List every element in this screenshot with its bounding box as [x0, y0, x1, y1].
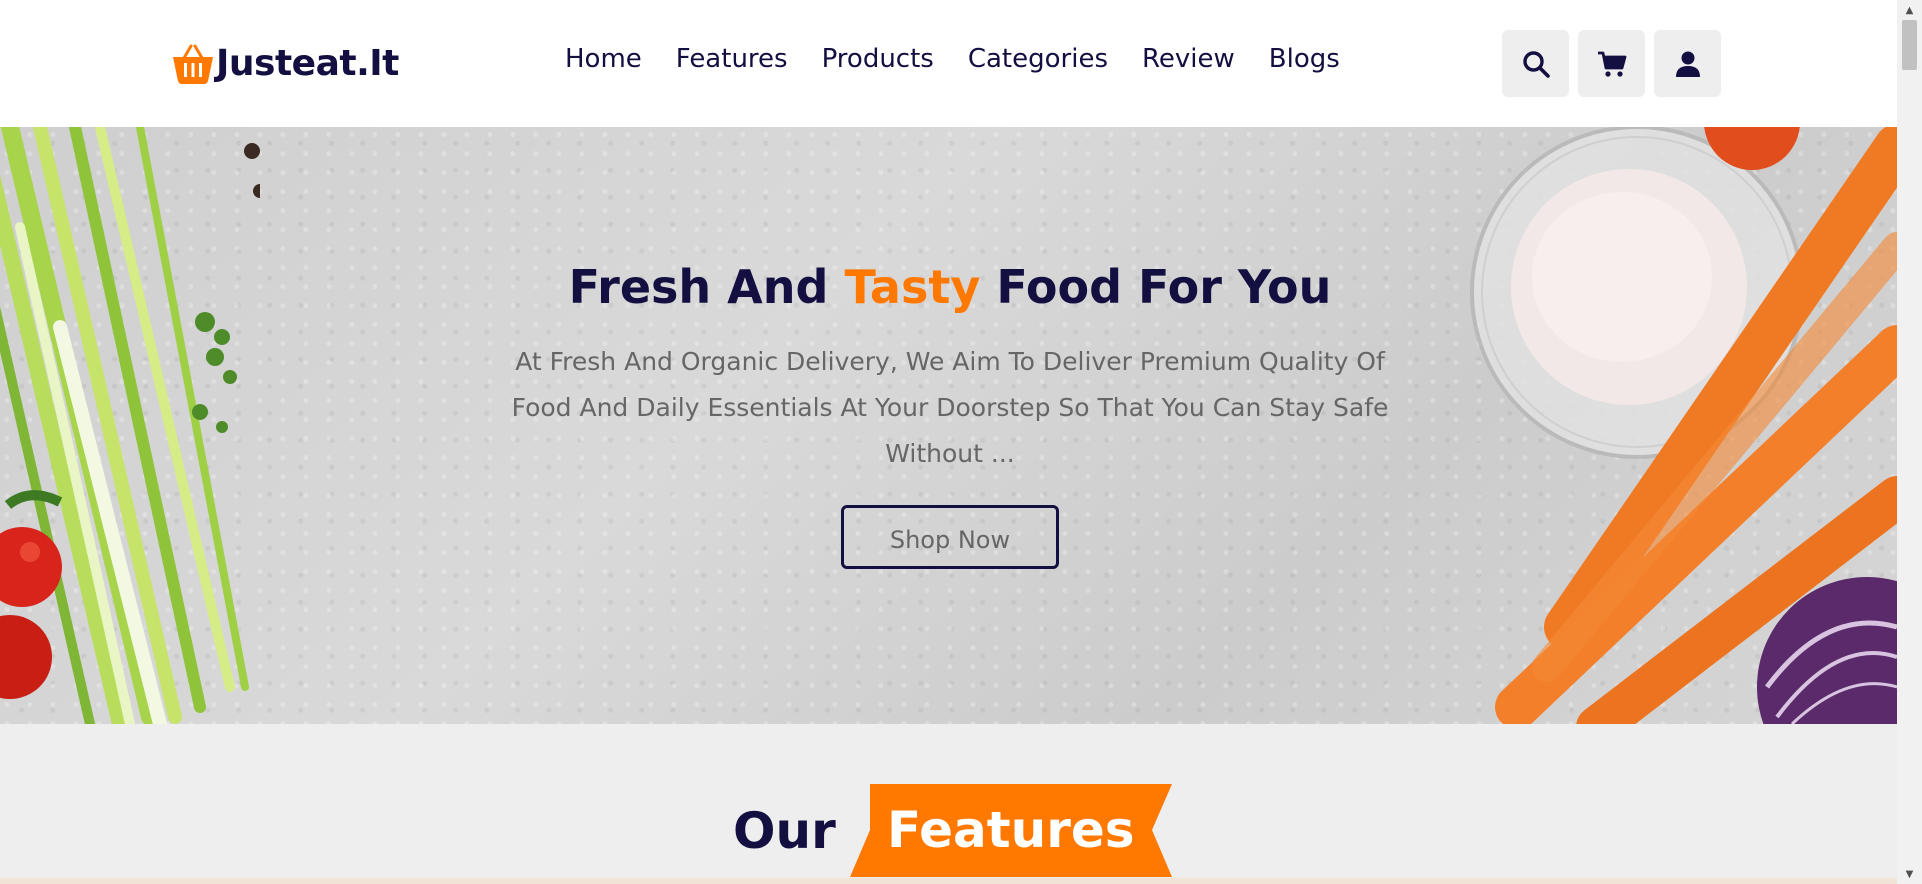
section-divider — [0, 878, 1897, 884]
hero-title-part1: Fresh And — [568, 260, 845, 314]
page-scrollbar[interactable]: ▲ ▼ — [1897, 0, 1922, 884]
search-icon — [1522, 50, 1550, 78]
cart-icon — [1597, 51, 1626, 77]
scroll-up-arrow-icon[interactable]: ▲ — [1897, 0, 1922, 20]
nav-review[interactable]: Review — [1142, 44, 1235, 74]
logo-text: Justeat.It — [216, 42, 399, 84]
hero-banner: Fresh And Tasty Food For You At Fresh An… — [0, 127, 1897, 724]
hero-content: Fresh And Tasty Food For You At Fresh An… — [490, 257, 1410, 569]
features-heading: Our Features — [733, 784, 1172, 877]
nav-blogs[interactable]: Blogs — [1269, 44, 1340, 74]
vegetables-left-image — [0, 127, 260, 724]
shop-now-button[interactable]: Shop Now — [841, 505, 1059, 569]
nav-products[interactable]: Products — [822, 44, 934, 74]
user-icon — [1675, 51, 1700, 77]
header-icons — [1502, 30, 1721, 97]
hero-title-part2: Food For You — [980, 260, 1332, 314]
features-heading-badge: Features — [849, 784, 1172, 877]
user-button[interactable] — [1654, 30, 1721, 97]
scroll-down-arrow-icon[interactable]: ▼ — [1897, 864, 1922, 884]
scroll-thumb[interactable] — [1902, 20, 1917, 70]
features-section: Our Features — [0, 724, 1897, 884]
features-heading-plain: Our — [733, 801, 836, 860]
nav-categories[interactable]: Categories — [968, 44, 1108, 74]
search-button[interactable] — [1502, 30, 1569, 97]
main-nav: Home Features Products Categories Review… — [565, 44, 1340, 74]
logo-link[interactable]: Justeat.It — [170, 38, 399, 88]
vegetables-right-image — [1470, 127, 1897, 724]
page: Justeat.It Home Features Products Catego… — [0, 0, 1922, 884]
features-heading-badge-text: Features — [886, 801, 1135, 859]
hero-title: Fresh And Tasty Food For You — [490, 257, 1410, 317]
nav-home[interactable]: Home — [565, 44, 642, 74]
hero-description: At Fresh And Organic Delivery, We Aim To… — [511, 347, 1389, 468]
site-header: Justeat.It Home Features Products Catego… — [0, 0, 1897, 127]
nav-features[interactable]: Features — [676, 44, 788, 74]
basket-icon — [173, 44, 213, 84]
cart-button[interactable] — [1578, 30, 1645, 97]
hero-title-accent: Tasty — [844, 260, 981, 314]
